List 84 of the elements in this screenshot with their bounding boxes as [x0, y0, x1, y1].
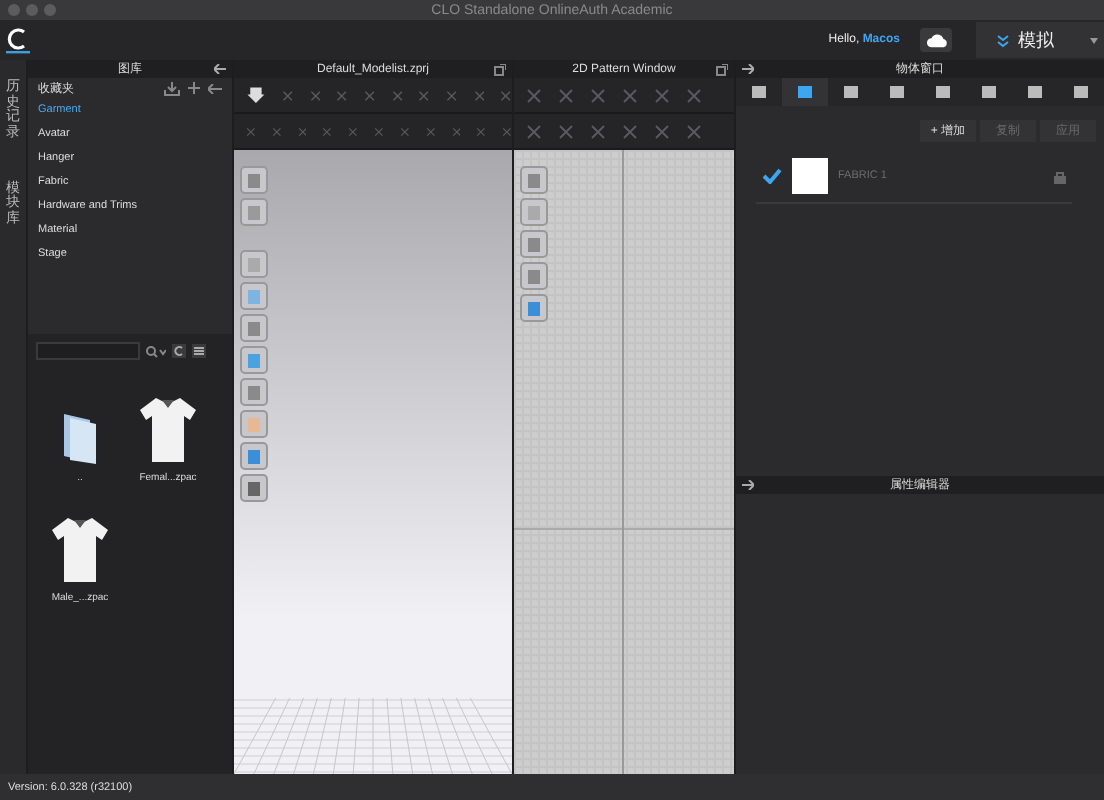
tab-icon: [888, 84, 906, 100]
tool-icon[interactable]: [473, 87, 485, 103]
tool-icon[interactable]: [502, 123, 512, 139]
tool-icon[interactable]: [686, 123, 702, 139]
tool-icon[interactable]: [322, 123, 333, 139]
tool-icon[interactable]: [240, 198, 268, 226]
folder-icon[interactable]: [62, 412, 98, 464]
plus-icon[interactable]: [188, 82, 200, 94]
tool-icon[interactable]: [686, 87, 702, 103]
mode-dropdown[interactable]: 模拟: [976, 22, 1104, 58]
checkmark-icon[interactable]: [762, 168, 782, 184]
tab[interactable]: [782, 78, 828, 106]
tool-icon[interactable]: [526, 87, 542, 103]
tool-icon[interactable]: [451, 123, 461, 139]
back-icon[interactable]: [208, 83, 222, 93]
tab-icon: [980, 84, 998, 100]
tool-icon[interactable]: [240, 474, 268, 502]
tool-icon[interactable]: [240, 442, 268, 470]
3d-viewport[interactable]: [234, 150, 512, 774]
tab-icon: [1026, 84, 1044, 100]
tool-icon[interactable]: [520, 198, 548, 226]
tab-icon: [842, 84, 860, 100]
tool-icon[interactable]: [520, 262, 548, 290]
t-shirt-icon[interactable]: [50, 516, 110, 584]
avatar-tool-icon[interactable]: [246, 83, 266, 107]
tab-icon: [1072, 84, 1090, 100]
chevron-icon: [996, 33, 1010, 47]
tool-icon[interactable]: [240, 378, 268, 406]
search-field[interactable]: [36, 342, 140, 360]
tool-icon[interactable]: [654, 123, 670, 139]
close-button[interactable]: [8, 4, 20, 16]
tool-icon[interactable]: [654, 87, 670, 103]
tool-icon[interactable]: [363, 87, 376, 103]
tool-icon[interactable]: [520, 294, 548, 322]
tool-icon[interactable]: [590, 87, 606, 103]
tool-icon[interactable]: [590, 123, 606, 139]
tab-icon: [796, 84, 814, 100]
tool-icon[interactable]: [281, 87, 294, 103]
tool-icon[interactable]: [240, 314, 268, 342]
tool-icon[interactable]: [391, 87, 403, 103]
tool-icon[interactable]: [558, 87, 574, 103]
tool-icon[interactable]: [240, 410, 268, 438]
tool-icon[interactable]: [297, 123, 307, 139]
tool-icon[interactable]: [476, 123, 487, 139]
arrow-icon[interactable]: [742, 64, 754, 74]
tool-icon[interactable]: [374, 123, 384, 139]
logo-icon: [6, 26, 30, 54]
list-view-icon[interactable]: [192, 344, 206, 358]
t-shirt-icon[interactable]: [138, 396, 198, 464]
tool-icon[interactable]: [309, 87, 321, 103]
tab-icon: [750, 84, 768, 100]
tool-icon[interactable]: [520, 230, 548, 258]
minimize-button[interactable]: [26, 4, 38, 16]
tool-icon[interactable]: [336, 87, 348, 103]
tool-icon[interactable]: [418, 87, 430, 103]
lock-icon[interactable]: [1054, 169, 1066, 183]
refresh-icon[interactable]: [172, 344, 186, 358]
download-icon[interactable]: [164, 81, 180, 95]
tool-icon[interactable]: [240, 166, 268, 194]
arrow-icon[interactable]: [742, 480, 754, 490]
tool-icon[interactable]: [622, 87, 638, 103]
tool-icon[interactable]: [558, 123, 574, 139]
zoom-button[interactable]: [44, 4, 56, 16]
tool-icon[interactable]: [520, 166, 548, 194]
tool-icon[interactable]: [526, 123, 542, 139]
tool-icon[interactable]: [425, 123, 435, 139]
tool-icon[interactable]: [500, 87, 512, 103]
search-icon[interactable]: [146, 345, 166, 357]
arrow-icon[interactable]: [214, 64, 226, 74]
tool-icon[interactable]: [622, 123, 638, 139]
fabric-swatch[interactable]: [792, 158, 828, 194]
tab-icon: [934, 84, 952, 100]
caret-icon: [1090, 37, 1098, 43]
tool-icon[interactable]: [240, 250, 268, 278]
detach-icon[interactable]: [494, 64, 506, 76]
tool-icon[interactable]: [246, 123, 256, 139]
tool-icon[interactable]: [240, 346, 268, 374]
tool-icon[interactable]: [399, 123, 410, 139]
tool-icon[interactable]: [271, 123, 282, 139]
tool-icon[interactable]: [240, 282, 268, 310]
cloud-button[interactable]: [920, 28, 952, 52]
tool-icon[interactable]: [445, 87, 458, 103]
detach-icon[interactable]: [716, 64, 728, 76]
tool-icon[interactable]: [348, 123, 359, 139]
